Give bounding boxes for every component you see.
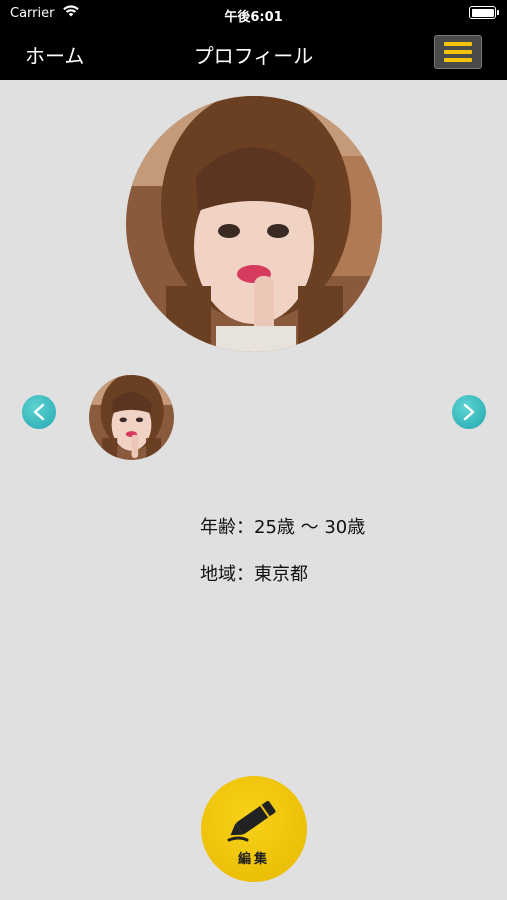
edit-profile-button[interactable]: 編集 <box>201 776 307 882</box>
home-link[interactable]: ホーム <box>25 40 84 69</box>
menu-button[interactable] <box>434 35 482 69</box>
region-text: 地域：東京都 <box>200 564 308 585</box>
status-bar: Carrier 午後6:01 <box>0 0 507 28</box>
profile-photo-thumbnail[interactable] <box>89 375 174 460</box>
chevron-right-icon <box>463 403 475 421</box>
age-range-text: 年齢：25歳 〜 30歳 <box>200 517 366 538</box>
previous-photo-button[interactable] <box>22 395 56 429</box>
profile-photo-large <box>126 96 382 352</box>
chevron-left-icon <box>33 403 45 421</box>
hamburger-icon <box>444 42 472 46</box>
navigation-bar: Carrier 午後6:01 ホーム プロフィール <box>0 0 507 80</box>
pencil-icon <box>227 801 276 842</box>
battery-icon <box>469 6 499 19</box>
clock: 午後6:01 <box>224 10 283 25</box>
next-photo-button[interactable] <box>452 395 486 429</box>
edit-label: 編集 <box>237 852 270 867</box>
